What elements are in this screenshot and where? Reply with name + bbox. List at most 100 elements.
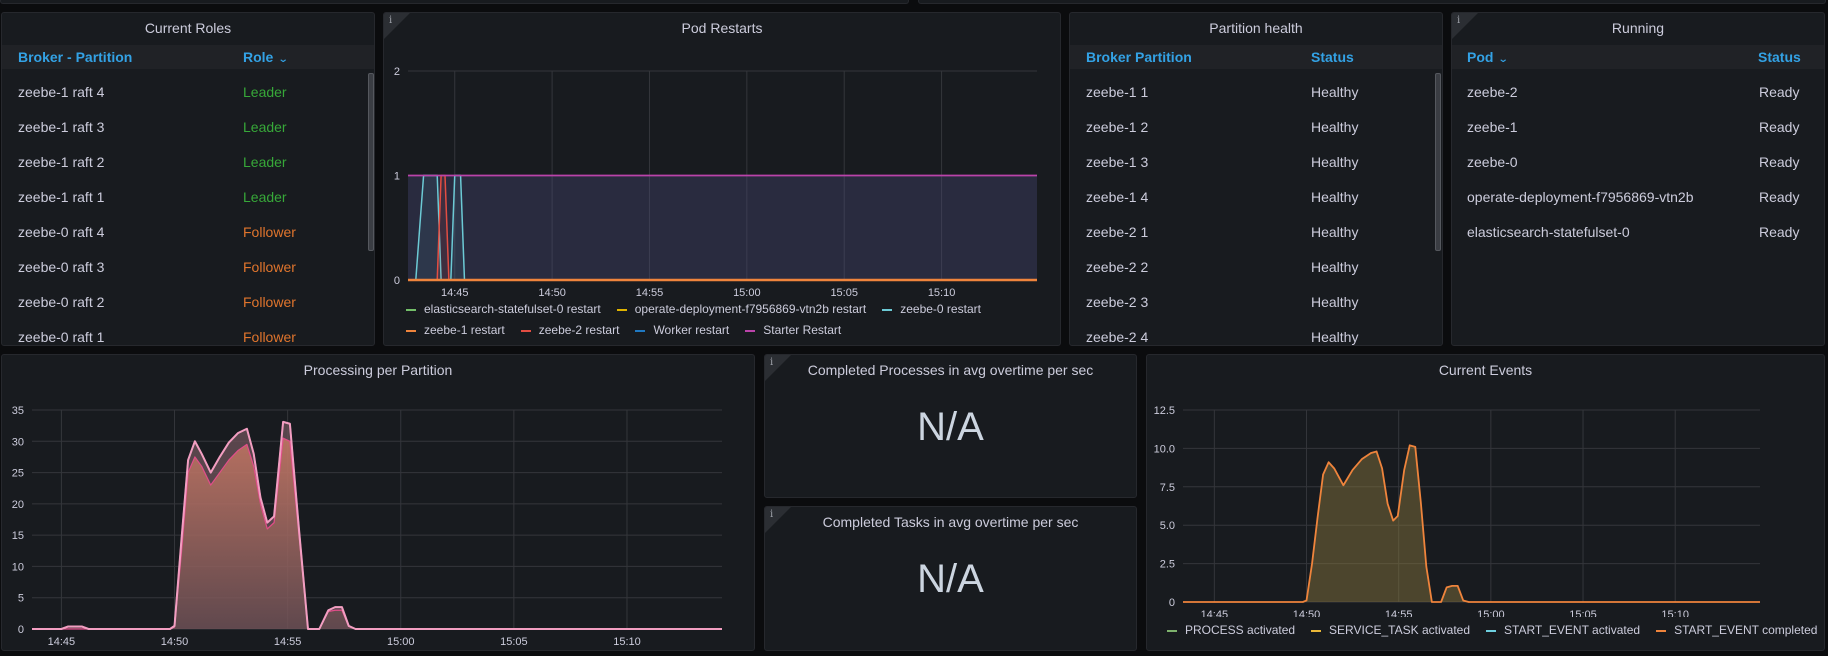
legend-item[interactable]: zeebe-0 restart [878,299,981,320]
stat-value: N/A [917,557,984,601]
x-tick-label: 15:10 [1661,609,1689,617]
legend-label: zeebe-2 restart [538,323,620,337]
cell-broker: zeebe-0 raft 3 [18,259,105,275]
cell-status: Healthy [1311,84,1359,100]
cell-pod: zeebe-1 [1467,119,1518,135]
table-row[interactable]: zeebe-1 Ready [1452,110,1824,145]
cell-pod: zeebe-2 [1467,84,1518,100]
scrollbar[interactable] [1435,73,1441,251]
partition-health-panel: Partition health Broker Partition Status… [1069,12,1443,346]
series-line-partition-sum[interactable] [32,437,722,630]
panel-title: Completed Tasks in avg overtime per sec [822,514,1079,530]
cell-status: Healthy [1311,329,1359,345]
table-row[interactable]: zeebe-1 3 Healthy [1070,145,1442,180]
table-row[interactable]: zeebe-1 1 Healthy [1070,75,1442,110]
table-header: Pod ⌄ Status [1452,45,1824,69]
y-tick-label: 15 [12,530,24,542]
panel-title: Completed Processes in avg overtime per … [807,362,1094,378]
x-tick-label: 14:55 [636,287,664,299]
table-row[interactable]: zeebe-1 raft 2 Leader [2,145,374,180]
cell-partition: zeebe-2 4 [1086,329,1149,345]
y-tick-label: 0 [18,624,24,636]
table-row[interactable]: zeebe-2 2 Healthy [1070,250,1442,285]
series-area-start-event-completed [1183,445,1760,602]
cell-role: Follower [243,329,296,345]
table-row[interactable]: zeebe-0 raft 3 Follower [2,250,374,285]
y-tick-label: 12.5 [1154,405,1175,417]
legend-label: zeebe-1 restart [424,323,505,337]
cell-broker: zeebe-1 raft 2 [18,154,105,170]
completed-tasks-panel: i Completed Tasks in avg overtime per se… [764,506,1137,651]
column-header-broker-partition[interactable]: Broker - Partition [18,45,132,69]
table-row[interactable]: zeebe-0 raft 2 Follower [2,285,374,320]
legend-item[interactable]: START_EVENT activated [1482,620,1640,641]
column-header-pod[interactable]: Pod ⌄ [1467,45,1510,72]
cell-pod: elasticsearch-statefulset-0 [1467,224,1630,240]
cell-role: Follower [243,224,296,240]
legend-label: PROCESS activated [1185,623,1296,637]
legend-item[interactable]: Worker restart [631,320,729,341]
cell-role: Leader [243,119,287,135]
table-row[interactable]: zeebe-2 3 Healthy [1070,285,1442,320]
current-events-legend: PROCESS activated SERVICE_TASK activated S… [1163,620,1824,641]
column-header-status[interactable]: Status [1311,45,1354,69]
scrollbar[interactable] [368,73,374,251]
legend-swatch [1167,629,1177,632]
x-tick-label: 15:00 [1477,609,1505,617]
table-row[interactable]: zeebe-2 1 Healthy [1070,215,1442,250]
running-panel: i Running Pod ⌄ Status zeebe-2 Ready zeebe-… [1451,12,1825,346]
table-row[interactable]: zeebe-2 Ready [1452,75,1824,110]
column-header-broker-partition[interactable]: Broker Partition [1086,45,1192,69]
legend-item[interactable]: SERVICE_TASK activated [1307,620,1470,641]
pod-restarts-panel: i Pod Restarts 0 1 2 14:45 14:50 14:55 15:00 15… [383,12,1061,346]
pod-restarts-legend: elasticsearch-statefulset-0 restart opera… [402,299,1042,341]
table-row[interactable]: zeebe-1 raft 4 Leader [2,75,374,110]
table-row[interactable]: zeebe-1 2 Healthy [1070,110,1442,145]
cell-partition: zeebe-1 3 [1086,154,1149,170]
legend-item[interactable]: elasticsearch-statefulset-0 restart [402,299,601,320]
cell-partition: zeebe-1 2 [1086,119,1149,135]
cell-broker: zeebe-1 raft 4 [18,84,105,100]
legend-label: elasticsearch-statefulset-0 restart [424,302,601,316]
legend-item[interactable]: Starter Restart [741,320,841,341]
legend-swatch [745,329,756,332]
series-area-starter-restart [408,175,1037,280]
table-row[interactable]: operate-deployment-f7956869-vtn2b Ready [1452,180,1824,215]
chevron-down-icon: ⌄ [1498,54,1510,65]
legend-swatch [616,308,627,311]
cell-role: Leader [243,84,287,100]
table-row[interactable]: zeebe-2 4 Healthy [1070,320,1442,345]
table-row[interactable]: zeebe-0 raft 1 Follower [2,320,374,345]
column-header-role[interactable]: Role ⌄ [243,45,289,72]
legend-item[interactable]: START_EVENT completed [1652,620,1817,641]
cell-status: Healthy [1311,189,1359,205]
legend-item[interactable]: PROCESS activated [1163,620,1295,641]
legend-label: START_EVENT completed [1674,623,1818,637]
y-tick-label: 0 [1169,597,1175,609]
y-tick-label: 10 [12,561,24,573]
top-panel-left-edge [0,0,909,4]
cell-status: Healthy [1311,224,1359,240]
y-tick-label: 25 [12,468,24,480]
table-row[interactable]: zeebe-0 raft 4 Follower [2,215,374,250]
table-row[interactable]: zeebe-1 raft 3 Leader [2,110,374,145]
table-row[interactable]: zeebe-1 4 Healthy [1070,180,1442,215]
table-row[interactable]: elasticsearch-statefulset-0 Ready [1452,215,1824,250]
legend-item[interactable]: operate-deployment-f7956869-vtn2b restar… [613,299,866,320]
chevron-down-icon: ⌄ [278,54,289,65]
legend-swatch [520,329,531,332]
cell-status: Healthy [1311,294,1359,310]
panel-title: Running [1611,20,1665,36]
series-line-start-event-completed[interactable] [1183,444,1760,603]
legend-swatch [1486,629,1496,632]
cell-status: Ready [1759,84,1800,100]
legend-item[interactable]: zeebe-1 restart [402,320,505,341]
table-row[interactable]: zeebe-1 raft 1 Leader [2,180,374,215]
legend-item[interactable]: zeebe-2 restart [517,320,620,341]
y-tick-label: 10.0 [1154,443,1175,455]
legend-label: operate-deployment-f7956869-vtn2b restar… [634,302,867,316]
table-row[interactable]: zeebe-0 Ready [1452,145,1824,180]
y-tick-label: 2 [394,66,400,78]
column-header-status[interactable]: Status [1758,45,1801,69]
current-roles-panel: Current Roles Broker - Partition Role ⌄ z… [1,12,375,346]
